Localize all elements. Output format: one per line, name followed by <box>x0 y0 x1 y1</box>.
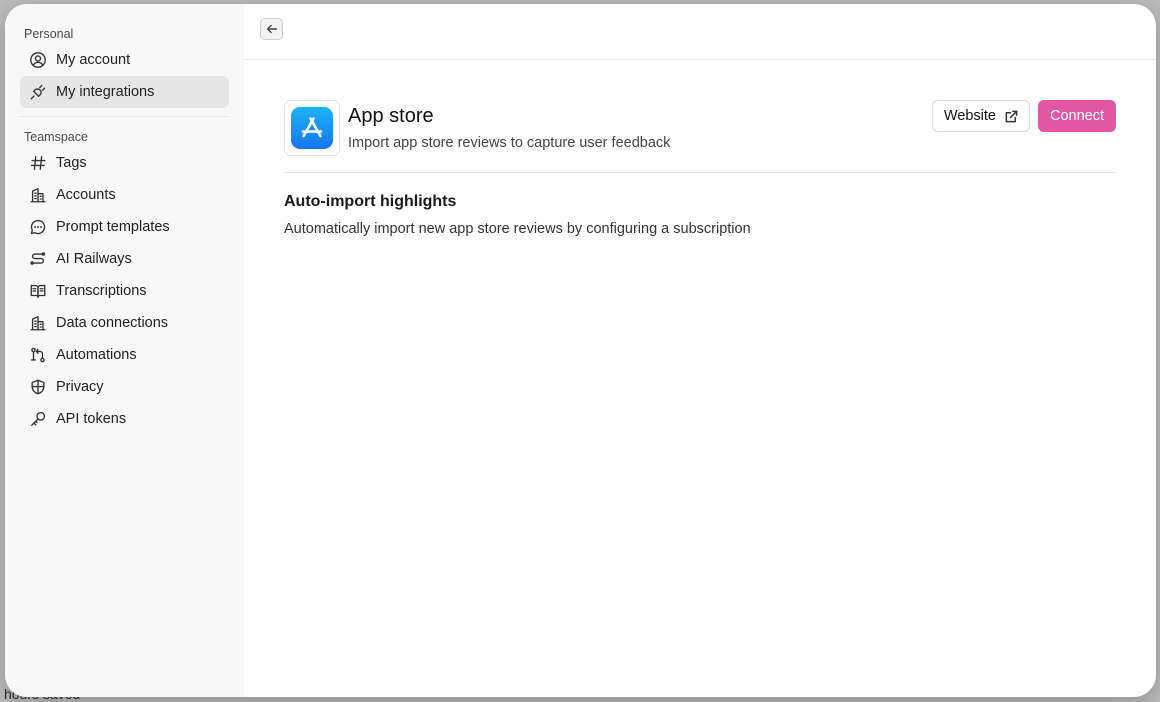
app-store-logo <box>284 100 340 156</box>
sidebar-item-label: Prompt templates <box>56 219 170 235</box>
header-divider <box>284 172 1116 173</box>
integration-actions: Website Connect <box>931 100 1116 132</box>
sidebar-item-label: My integrations <box>56 84 155 100</box>
user-circle-icon <box>28 50 48 70</box>
connect-button[interactable]: Connect <box>1037 100 1116 132</box>
sidebar-item-ai-railways[interactable]: AI Railways <box>20 243 229 275</box>
sidebar-item-privacy[interactable]: Privacy <box>20 371 229 403</box>
sidebar-item-label: AI Railways <box>56 251 132 267</box>
integration-detail: App store Import app store reviews to ca… <box>244 4 1156 697</box>
sidebar-item-transcriptions[interactable]: Transcriptions <box>20 275 229 307</box>
key-icon <box>28 409 48 429</box>
sidebar-item-label: Privacy <box>56 379 104 395</box>
hash-icon <box>28 153 48 173</box>
detail-topbar <box>244 4 1156 60</box>
building-icon <box>28 313 48 333</box>
settings-sidebar: Personal My account My integrations Team… <box>5 4 244 697</box>
detail-content: App store Import app store reviews to ca… <box>244 60 1156 238</box>
section-label-teamspace: Teamspace <box>24 130 88 144</box>
website-button[interactable]: Website <box>931 100 1030 132</box>
back-button[interactable] <box>260 17 283 40</box>
integration-title-block: App store Import app store reviews to ca… <box>348 100 670 152</box>
building-icon <box>28 185 48 205</box>
sidebar-item-label: Automations <box>56 347 137 363</box>
integration-title: App store <box>348 105 434 127</box>
app-store-icon <box>291 107 333 149</box>
sidebar-item-api-tokens[interactable]: API tokens <box>20 403 229 435</box>
sidebar-item-automations[interactable]: Automations <box>20 339 229 371</box>
section-description: Automatically import new app store revie… <box>284 221 751 237</box>
integration-header: App store Import app store reviews to ca… <box>284 100 1116 156</box>
sidebar-item-prompt-templates[interactable]: Prompt templates <box>20 211 229 243</box>
route-icon <box>28 249 48 269</box>
sidebar-item-label: Tags <box>56 155 87 171</box>
chat-bubble-icon <box>28 217 48 237</box>
plug-icon <box>28 82 48 102</box>
sidebar-item-tags[interactable]: Tags <box>20 147 229 179</box>
sidebar-divider <box>20 116 229 117</box>
settings-modal: Personal My account My integrations Team… <box>5 4 1156 697</box>
sidebar-item-my-integrations[interactable]: My integrations <box>20 76 229 108</box>
sidebar-item-label: My account <box>56 52 131 68</box>
sidebar-item-accounts[interactable]: Accounts <box>20 179 229 211</box>
section-label-personal: Personal <box>24 27 74 41</box>
external-link-icon <box>1005 110 1018 122</box>
section-title-auto-import: Auto-import highlights <box>284 193 457 210</box>
sidebar-item-label: Accounts <box>56 187 116 203</box>
sidebar-item-label: Data connections <box>56 315 169 331</box>
arrow-left-icon <box>266 24 277 33</box>
shield-icon <box>28 377 48 397</box>
website-button-label: Website <box>943 108 996 124</box>
integration-subtitle: Import app store reviews to capture user… <box>348 135 671 151</box>
sidebar-item-label: API tokens <box>56 411 127 427</box>
git-branch-icon <box>28 345 48 365</box>
book-open-icon <box>28 281 48 301</box>
sidebar-item-data-connections[interactable]: Data connections <box>20 307 229 339</box>
sidebar-item-label: Transcriptions <box>56 283 147 299</box>
sidebar-item-my-account[interactable]: My account <box>20 44 229 76</box>
